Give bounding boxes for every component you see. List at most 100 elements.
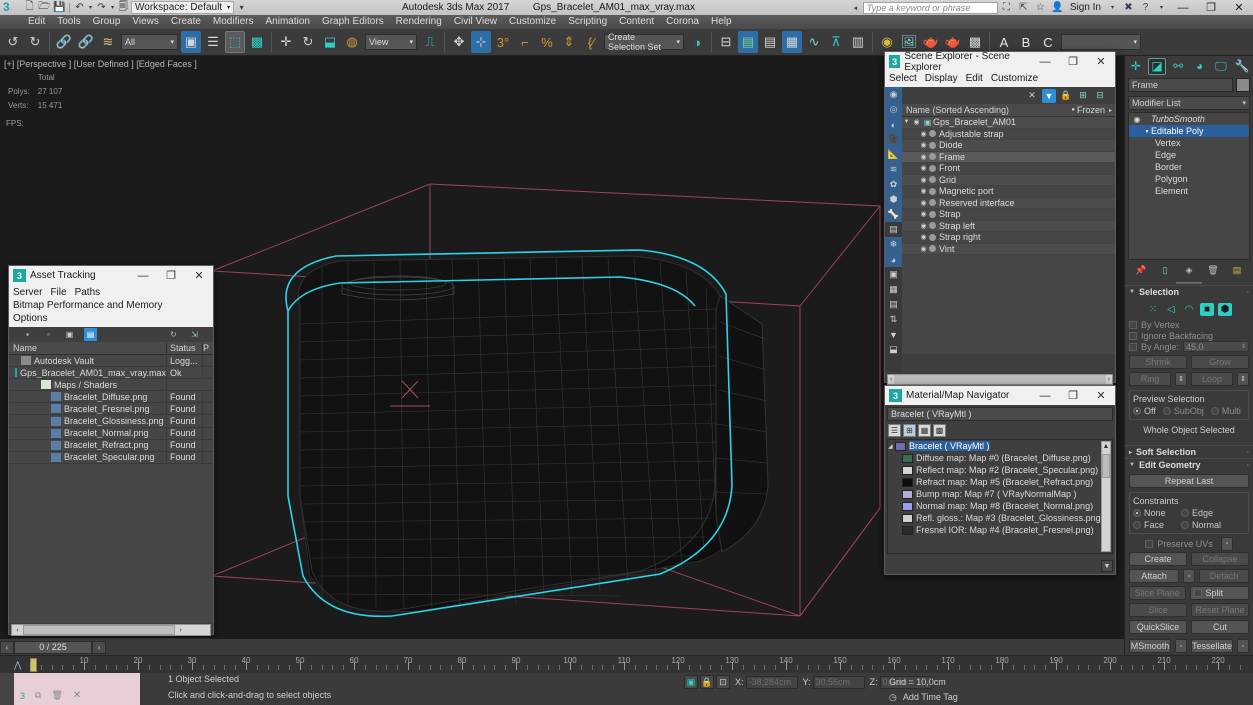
mm-vertical-scrollbar[interactable]: ▲ — [1101, 441, 1111, 552]
utilities-tab[interactable]: 🔧 — [1233, 58, 1251, 75]
ignore-backfacing-row[interactable]: Ignore Backfacing — [1129, 330, 1249, 341]
rollout-header-selection[interactable]: ▼ Selection ▫ — [1125, 285, 1253, 298]
preview-off-radio[interactable] — [1133, 407, 1141, 415]
configure-modifier-sets-icon[interactable]: ▤ — [1231, 264, 1244, 277]
polygon-icon[interactable]: ■ — [1200, 303, 1214, 316]
lock-icon[interactable]: 🔒 — [700, 675, 714, 689]
mm-scroll-down-icon[interactable]: ▼ — [1101, 560, 1113, 572]
light-filter-icon[interactable]: ≋ — [885, 162, 902, 177]
menu-item-customize[interactable]: Customize — [503, 15, 562, 29]
attach-settings-icon[interactable]: ▫ — [1183, 569, 1195, 583]
menu-item-create[interactable]: Create — [165, 15, 207, 29]
at-menu-paths[interactable]: Paths — [75, 286, 101, 299]
motion-tab[interactable]: ◕ — [1191, 58, 1209, 75]
align-button[interactable]: ⊟ — [716, 31, 736, 53]
menu-item-tools[interactable]: Tools — [51, 15, 86, 29]
undo-button[interactable]: ↺ — [3, 31, 23, 53]
material-map-navigator-window[interactable]: 3 Material/Map Navigator — ❐ ✕ Bracelet … — [884, 385, 1116, 575]
make-unique-icon[interactable]: ◈ — [1183, 264, 1196, 277]
spinner-arrows-icon[interactable]: ⇕ — [1241, 343, 1246, 350]
layer-icon[interactable]: ▦ — [885, 282, 902, 297]
constraint-edge-radio[interactable] — [1181, 509, 1189, 517]
select-and-move-button[interactable]: ✛ — [276, 31, 296, 53]
border-icon[interactable]: ◠ — [1182, 303, 1196, 316]
eye-icon[interactable]: ◉ — [918, 164, 929, 172]
repeat-last-button[interactable]: Repeat Last — [1129, 474, 1249, 488]
at-menu-server[interactable]: Server — [13, 286, 42, 299]
hierarchy-tab[interactable]: ⚯ — [1169, 58, 1187, 75]
detach-button[interactable]: Detach — [1199, 569, 1249, 583]
check-out-icon[interactable]: ⇲ — [188, 328, 201, 341]
key-filter-icon[interactable]: ⋀ — [14, 660, 21, 671]
copy-icon[interactable]: ⧉ — [35, 690, 41, 701]
mm-minimize-button[interactable]: — — [1031, 386, 1059, 405]
corona-preset-combo[interactable]: ▾ — [1061, 34, 1141, 50]
asset-tracking-horizontal-scrollbar[interactable]: ‹ › — [11, 624, 211, 636]
unlink-selection-button[interactable]: 🔗 — [76, 31, 96, 53]
preview-multi-radio[interactable] — [1210, 407, 1219, 415]
track-bar-ruler[interactable]: ⋀ 10 20 30 40 50 60 70 80 90 100 110 120 130 140 150 16… — [0, 655, 1253, 673]
large-icons-icon[interactable]: ▩ — [933, 424, 946, 437]
collapse-button[interactable]: Collapse — [1191, 552, 1249, 566]
time-slider-handle[interactable] — [30, 658, 37, 672]
constraint-face-radio[interactable] — [1133, 521, 1141, 529]
close-icon[interactable]: ✕ — [73, 690, 81, 701]
at-menu-options[interactable]: Options — [13, 312, 47, 325]
signin-dropdown-icon[interactable]: ▾ — [1105, 1, 1120, 14]
list-item[interactable]: ◉ Strap left — [902, 220, 1115, 232]
bind-to-space-warp-button[interactable]: ≋ — [98, 31, 118, 53]
by-vertex-checkbox[interactable] — [1129, 320, 1137, 329]
se-menu-select[interactable]: Select — [889, 72, 917, 85]
named-selection-sets-button[interactable]: {⁄ — [581, 31, 601, 53]
select-and-scale-button[interactable]: ⬓ — [320, 31, 340, 53]
select-object-button[interactable]: ▣ — [181, 31, 201, 53]
view-flat-icon[interactable]: ▪ — [21, 328, 34, 341]
scroll-thumb[interactable] — [894, 375, 1106, 384]
by-angle-spinner[interactable]: 45,0 ⇕ — [1183, 341, 1249, 352]
list-view-icon[interactable]: ☰ — [888, 424, 901, 437]
at-menu-file[interactable]: File — [50, 286, 66, 299]
eye-icon[interactable]: ◉ — [918, 130, 929, 138]
rectangular-selection-region-button[interactable]: ⬚ — [225, 31, 245, 53]
menu-item-corona[interactable]: Corona — [660, 15, 705, 29]
filter-funnel-icon[interactable]: ▼ — [885, 327, 902, 342]
list-item[interactable]: ◉ Reserved interface — [902, 197, 1115, 209]
pin-stack-icon[interactable]: 📌 — [1135, 264, 1148, 277]
scene-explorer-maximize-button[interactable]: ❐ — [1059, 52, 1087, 71]
open-file-icon[interactable]: 🗁 — [37, 1, 52, 14]
pin-icon[interactable]: ▫ — [1247, 449, 1249, 456]
reference-coordinate-system-combo[interactable]: View ▾ — [365, 34, 417, 50]
corona-c-button[interactable]: C — [1038, 31, 1058, 53]
eye-icon[interactable]: ◉ — [918, 187, 929, 195]
undo-icon[interactable]: ↶ — [72, 1, 87, 14]
menu-item-modifiers[interactable]: Modifiers — [207, 15, 260, 29]
element-icon[interactable]: ⬢ — [1218, 303, 1232, 316]
eye-icon[interactable]: ◉ — [918, 153, 929, 161]
scroll-thumb[interactable] — [1102, 454, 1110, 478]
material-editor-button[interactable]: ▥ — [848, 31, 868, 53]
menu-item-group[interactable]: Group — [87, 15, 127, 29]
current-frame-field[interactable]: 0 / 225 — [14, 640, 92, 654]
add-time-tag-row[interactable]: ◷ Add Time Tag — [889, 692, 958, 703]
use-pivot-point-center-button[interactable]: ⎍ — [420, 31, 440, 53]
maxscript-mini-listener[interactable] — [0, 673, 14, 705]
attach-button[interactable]: Attach — [1129, 569, 1179, 583]
rollout-header-edit-geometry[interactable]: ▼ Edit Geometry ▫ — [1125, 458, 1253, 471]
preserve-uvs-checkbox[interactable] — [1145, 539, 1154, 548]
small-icons-icon[interactable]: ▦ — [918, 424, 931, 437]
delete-icon[interactable]: 🗑 — [51, 690, 62, 701]
stack-subobject-polygon[interactable]: Polygon — [1129, 173, 1249, 185]
asset-tracking-column-header[interactable]: Name Status P — [9, 342, 213, 355]
table-row[interactable]: Autodesk Vault Logg... — [9, 355, 213, 368]
menu-item-civil-view[interactable]: Civil View — [448, 15, 503, 29]
helper-filter-icon[interactable]: 📐 — [885, 147, 902, 162]
x-field[interactable]: -38,284cm — [745, 675, 798, 689]
current-material-field[interactable]: Bracelet ( VRayMtl ) — [887, 407, 1113, 421]
menu-item-content[interactable]: Content — [613, 15, 660, 29]
slice-button[interactable]: Slice — [1129, 603, 1187, 617]
redo-icon[interactable]: ↷ — [94, 1, 109, 14]
tessellate-settings-icon[interactable]: ▫ — [1237, 639, 1249, 653]
select-none-icon[interactable]: ◎ — [885, 102, 902, 117]
redo-dropdown-icon[interactable]: ▾ — [109, 1, 116, 14]
menu-item-animation[interactable]: Animation — [259, 15, 315, 29]
